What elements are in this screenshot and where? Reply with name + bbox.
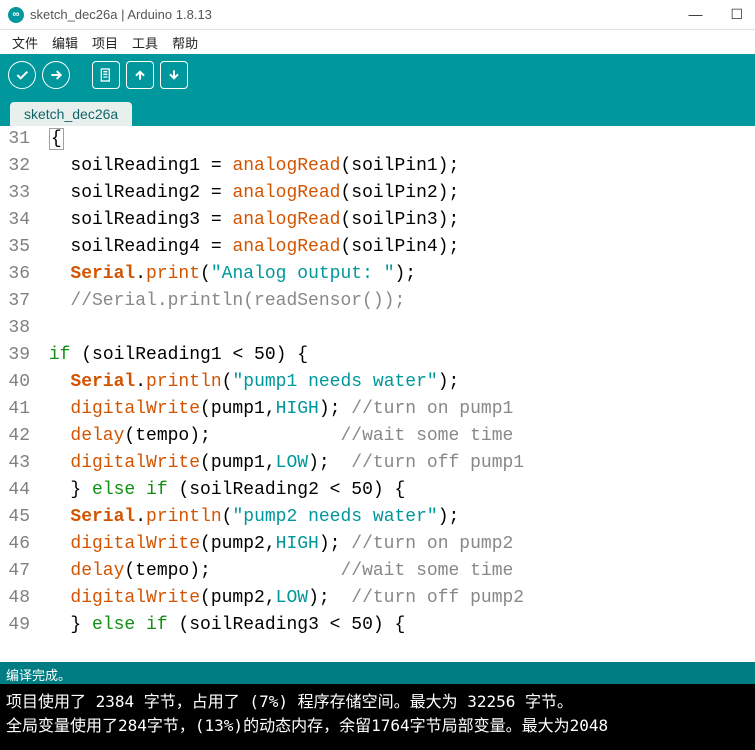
line-number: 36 <box>0 261 30 288</box>
arrow-right-icon <box>48 67 64 83</box>
code-line[interactable]: digitalWrite(pump2,LOW); //turn off pump… <box>38 585 755 612</box>
console-line-1: 项目使用了 2384 字节，占用了 (7%) 程序存储空间。最大为 32256 … <box>6 690 749 714</box>
arrow-down-icon <box>166 67 182 83</box>
open-button[interactable] <box>126 61 154 89</box>
menu-sketch[interactable]: 项目 <box>86 31 124 54</box>
tab-sketch[interactable]: sketch_dec26a <box>10 102 132 126</box>
code-line[interactable]: Serial.print("Analog output: "); <box>38 261 755 288</box>
verify-button[interactable] <box>8 61 36 89</box>
menubar: 文件 编辑 项目 工具 帮助 <box>0 30 755 54</box>
line-number: 34 <box>0 207 30 234</box>
code-line[interactable]: delay(tempo); //wait some time <box>38 423 755 450</box>
code-line[interactable]: if (soilReading1 < 50) { <box>38 342 755 369</box>
line-gutter: 31323334353637383940414243444546474849 <box>0 126 36 662</box>
new-button[interactable] <box>92 61 120 89</box>
line-number: 46 <box>0 531 30 558</box>
code-line[interactable]: { <box>38 126 755 153</box>
toolbar <box>0 54 755 96</box>
code-line[interactable]: soilReading3 = analogRead(soilPin3); <box>38 207 755 234</box>
upload-button[interactable] <box>42 61 70 89</box>
code-line[interactable]: digitalWrite(pump1,LOW); //turn off pump… <box>38 450 755 477</box>
menu-file[interactable]: 文件 <box>6 31 44 54</box>
maximize-button[interactable]: ☐ <box>726 6 747 23</box>
code-line[interactable]: delay(tempo); //wait some time <box>38 558 755 585</box>
code-line[interactable]: } else if (soilReading3 < 50) { <box>38 612 755 639</box>
code-line[interactable]: Serial.println("pump2 needs water"); <box>38 504 755 531</box>
line-number: 45 <box>0 504 30 531</box>
line-number: 33 <box>0 180 30 207</box>
line-number: 39 <box>0 342 30 369</box>
tab-label: sketch_dec26a <box>24 106 118 122</box>
line-number: 41 <box>0 396 30 423</box>
line-number: 42 <box>0 423 30 450</box>
code-line[interactable]: soilReading1 = analogRead(soilPin1); <box>38 153 755 180</box>
arduino-icon <box>8 7 24 23</box>
code-line[interactable]: Serial.println("pump1 needs water"); <box>38 369 755 396</box>
line-number: 40 <box>0 369 30 396</box>
code-editor[interactable]: 31323334353637383940414243444546474849 {… <box>0 126 755 662</box>
code-line[interactable]: } else if (soilReading2 < 50) { <box>38 477 755 504</box>
tabstrip: sketch_dec26a <box>0 96 755 126</box>
save-button[interactable] <box>160 61 188 89</box>
menu-help[interactable]: 帮助 <box>166 31 204 54</box>
line-number: 38 <box>0 315 30 342</box>
window-controls: — ☐ <box>684 6 747 23</box>
console-line-2: 全局变量使用了284字节，(13%)的动态内存，余留1764字节局部变量。最大为… <box>6 714 749 738</box>
line-number: 48 <box>0 585 30 612</box>
line-number: 37 <box>0 288 30 315</box>
code-line[interactable] <box>38 315 755 342</box>
statusbar: 编译完成。 <box>0 662 755 684</box>
titlebar: sketch_dec26a | Arduino 1.8.13 — ☐ <box>0 0 755 30</box>
status-text: 编译完成。 <box>6 668 71 683</box>
minimize-button[interactable]: — <box>684 6 706 23</box>
arrow-up-icon <box>132 67 148 83</box>
line-number: 44 <box>0 477 30 504</box>
line-number: 49 <box>0 612 30 639</box>
menu-tools[interactable]: 工具 <box>126 31 164 54</box>
menu-edit[interactable]: 编辑 <box>46 31 84 54</box>
code-area[interactable]: { soilReading1 = analogRead(soilPin1); s… <box>36 126 755 662</box>
console[interactable]: 项目使用了 2384 字节，占用了 (7%) 程序存储空间。最大为 32256 … <box>0 684 755 750</box>
code-line[interactable]: soilReading2 = analogRead(soilPin2); <box>38 180 755 207</box>
line-number: 35 <box>0 234 30 261</box>
code-line[interactable]: soilReading4 = analogRead(soilPin4); <box>38 234 755 261</box>
line-number: 32 <box>0 153 30 180</box>
window-title: sketch_dec26a | Arduino 1.8.13 <box>30 7 212 22</box>
code-line[interactable]: digitalWrite(pump1,HIGH); //turn on pump… <box>38 396 755 423</box>
line-number: 31 <box>0 126 30 153</box>
code-line[interactable]: digitalWrite(pump2,HIGH); //turn on pump… <box>38 531 755 558</box>
line-number: 43 <box>0 450 30 477</box>
file-icon <box>98 67 114 83</box>
check-icon <box>14 67 30 83</box>
line-number: 47 <box>0 558 30 585</box>
code-line[interactable]: //Serial.println(readSensor()); <box>38 288 755 315</box>
